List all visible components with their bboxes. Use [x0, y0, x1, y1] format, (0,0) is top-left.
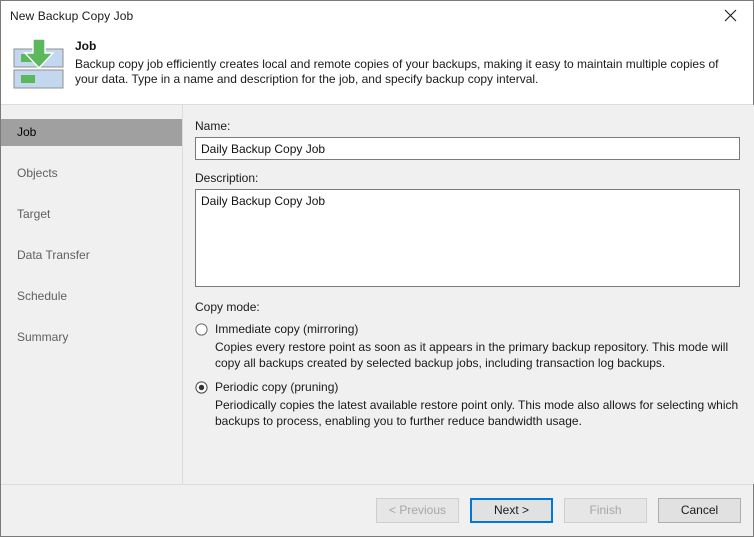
name-input[interactable] [195, 137, 740, 160]
radio-unchecked-icon [195, 323, 208, 336]
dialog-header: Job Backup copy job efficiently creates … [1, 31, 753, 105]
radio-checked-icon [195, 381, 208, 394]
radio-periodic-copy-description: Periodically copies the latest available… [215, 397, 740, 429]
description-label: Description: [195, 171, 740, 185]
radio-periodic-copy[interactable]: Periodic copy (pruning) [195, 380, 740, 395]
sidebar-item-job[interactable]: Job [1, 119, 182, 146]
copy-mode-label: Copy mode: [195, 300, 740, 314]
sidebar-item-data-transfer[interactable]: Data Transfer [1, 242, 182, 269]
title-bar: New Backup Copy Job [1, 1, 753, 31]
sidebar-item-target[interactable]: Target [1, 201, 182, 228]
name-label: Name: [195, 119, 740, 133]
dialog-footer: < Previous Next > Finish Cancel [1, 485, 753, 536]
cancel-button[interactable]: Cancel [658, 498, 741, 523]
backup-copy-job-icon [11, 39, 69, 99]
radio-immediate-copy-label: Immediate copy (mirroring) [215, 322, 358, 337]
sidebar-item-summary[interactable]: Summary [1, 324, 182, 351]
sidebar-item-schedule[interactable]: Schedule [1, 283, 182, 310]
dialog-body: Job Objects Target Data Transfer Schedul… [1, 105, 753, 485]
wizard-step-content: Name: Description: Copy mode: Immediate … [183, 105, 754, 484]
page-description: Backup copy job efficiently creates loca… [75, 57, 735, 87]
new-backup-copy-job-dialog: New Backup Copy Job Job Backup copy job … [0, 0, 754, 537]
previous-button[interactable]: < Previous [376, 498, 459, 523]
page-title: Job [75, 39, 735, 53]
wizard-step-sidebar: Job Objects Target Data Transfer Schedul… [1, 105, 183, 484]
close-icon[interactable] [708, 1, 753, 30]
radio-immediate-copy[interactable]: Immediate copy (mirroring) [195, 322, 740, 337]
radio-immediate-copy-description: Copies every restore point as soon as it… [215, 339, 740, 371]
dialog-header-text: Job Backup copy job efficiently creates … [75, 39, 751, 87]
sidebar-item-objects[interactable]: Objects [1, 160, 182, 187]
description-input[interactable] [195, 189, 740, 287]
window-title: New Backup Copy Job [1, 10, 133, 22]
radio-periodic-copy-label: Periodic copy (pruning) [215, 380, 338, 395]
finish-button[interactable]: Finish [564, 498, 647, 523]
next-button[interactable]: Next > [470, 498, 553, 523]
